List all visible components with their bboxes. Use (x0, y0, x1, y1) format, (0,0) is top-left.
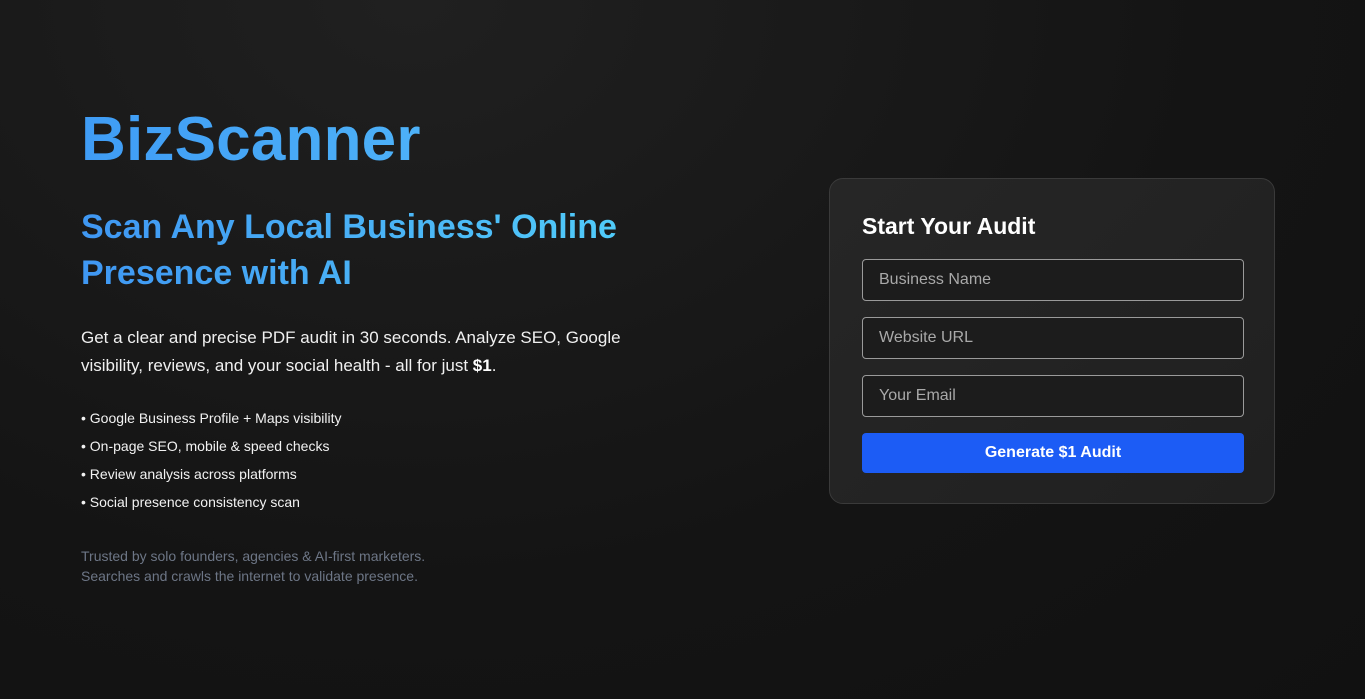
hero-description: Get a clear and precise PDF audit in 30 … (81, 324, 671, 380)
brand-title: BizScanner (81, 104, 721, 176)
description-end: . (491, 356, 497, 375)
hero-headline: Scan Any Local Business' Online Presence… (81, 204, 681, 296)
audit-form-card: Start Your Audit Generate $1 Audit (829, 178, 1275, 504)
description-text: Get a clear and precise PDF audit in 30 … (81, 328, 621, 375)
price-highlight: $1 (472, 356, 492, 375)
website-url-input[interactable] (862, 317, 1244, 359)
business-name-input[interactable] (862, 259, 1244, 301)
email-input[interactable] (862, 375, 1244, 417)
form-title: Start Your Audit (862, 213, 1036, 239)
trust-line-2: Searches and crawls the internet to vali… (81, 568, 418, 584)
feature-item-google-profile: • Google Business Profile + Maps visibil… (81, 410, 342, 426)
feature-list: • Google Business Profile + Maps visibil… (81, 404, 721, 516)
hero-section: BizScanner Scan Any Local Business' Onli… (81, 104, 721, 586)
trust-line-1: Trusted by solo founders, agencies & AI-… (81, 548, 426, 564)
feature-item-social-scan: • Social presence consistency scan (81, 494, 300, 510)
generate-audit-button[interactable]: Generate $1 Audit (862, 433, 1244, 473)
feature-item-review-analysis: • Review analysis across platforms (81, 466, 297, 482)
trust-note: Trusted by solo founders, agencies & AI-… (81, 546, 721, 586)
feature-item-seo-checks: • On-page SEO, mobile & speed checks (81, 438, 330, 454)
